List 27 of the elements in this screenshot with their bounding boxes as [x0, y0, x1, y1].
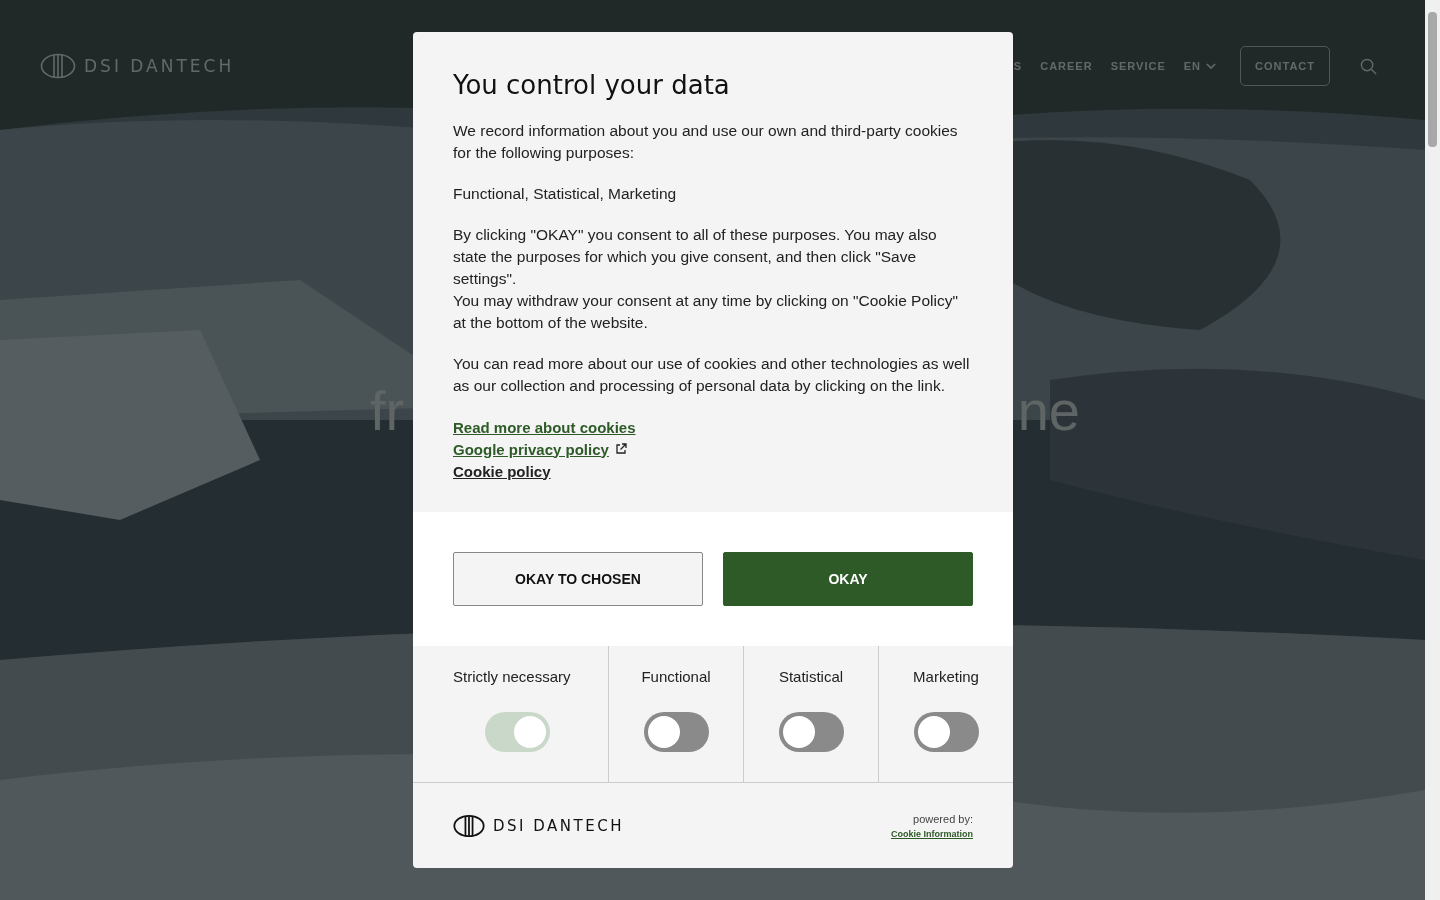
consent-paragraph: You can read more about our use of cookies and other technologies as well as our collection and processing of personal data by clicking on the link. — [453, 354, 971, 396]
logo-wordmark: DSI DANTECH — [493, 816, 624, 835]
policy-link[interactable]: Google privacy policy — [453, 440, 609, 458]
toggle-switch[interactable] — [913, 712, 979, 752]
category-label: Marketing — [913, 667, 979, 687]
consent-paragraph: We record information about you and use our own and third-party cookies for the following purposes: — [453, 121, 959, 163]
consent-paragraph: By clicking "OKAY" you consent to all of these purposes. You may also state the purposes for which you give consent, and then click "Save settings". You may withdraw your consent at any time by clicking on "Cookie Policy" at the bottom of the website. — [453, 225, 959, 333]
search-icon[interactable] — [1360, 57, 1377, 75]
toggle-switch[interactable] — [778, 712, 844, 752]
logo-icon — [453, 813, 485, 838]
category-label: Functional — [641, 667, 711, 687]
consent-button[interactable]: OKAY TO CHOSEN — [453, 552, 703, 606]
category-label: Statistical — [778, 667, 844, 687]
powered-by-label: powered by: — [913, 812, 973, 825]
logo-icon[interactable] — [40, 53, 76, 79]
chevron-down-icon — [1206, 62, 1217, 70]
policy-link[interactable]: Read more about cookies — [453, 418, 636, 436]
hero-heading: ne — [1017, 378, 1080, 443]
provider-link[interactable]: Cookie Information — [891, 828, 973, 839]
toggle-switch[interactable] — [643, 712, 709, 752]
consent-paragraph: Functional, Statistical, Marketing — [453, 184, 678, 204]
consent-button[interactable]: OKAY — [723, 552, 973, 606]
hero-heading: fr — [370, 378, 405, 443]
scrollbar-thumb[interactable] — [1428, 12, 1437, 147]
dialog-title: You control your data — [453, 70, 731, 100]
policy-link[interactable]: Cookie policy — [453, 462, 551, 480]
category-label: Strictly necessary — [453, 667, 571, 687]
